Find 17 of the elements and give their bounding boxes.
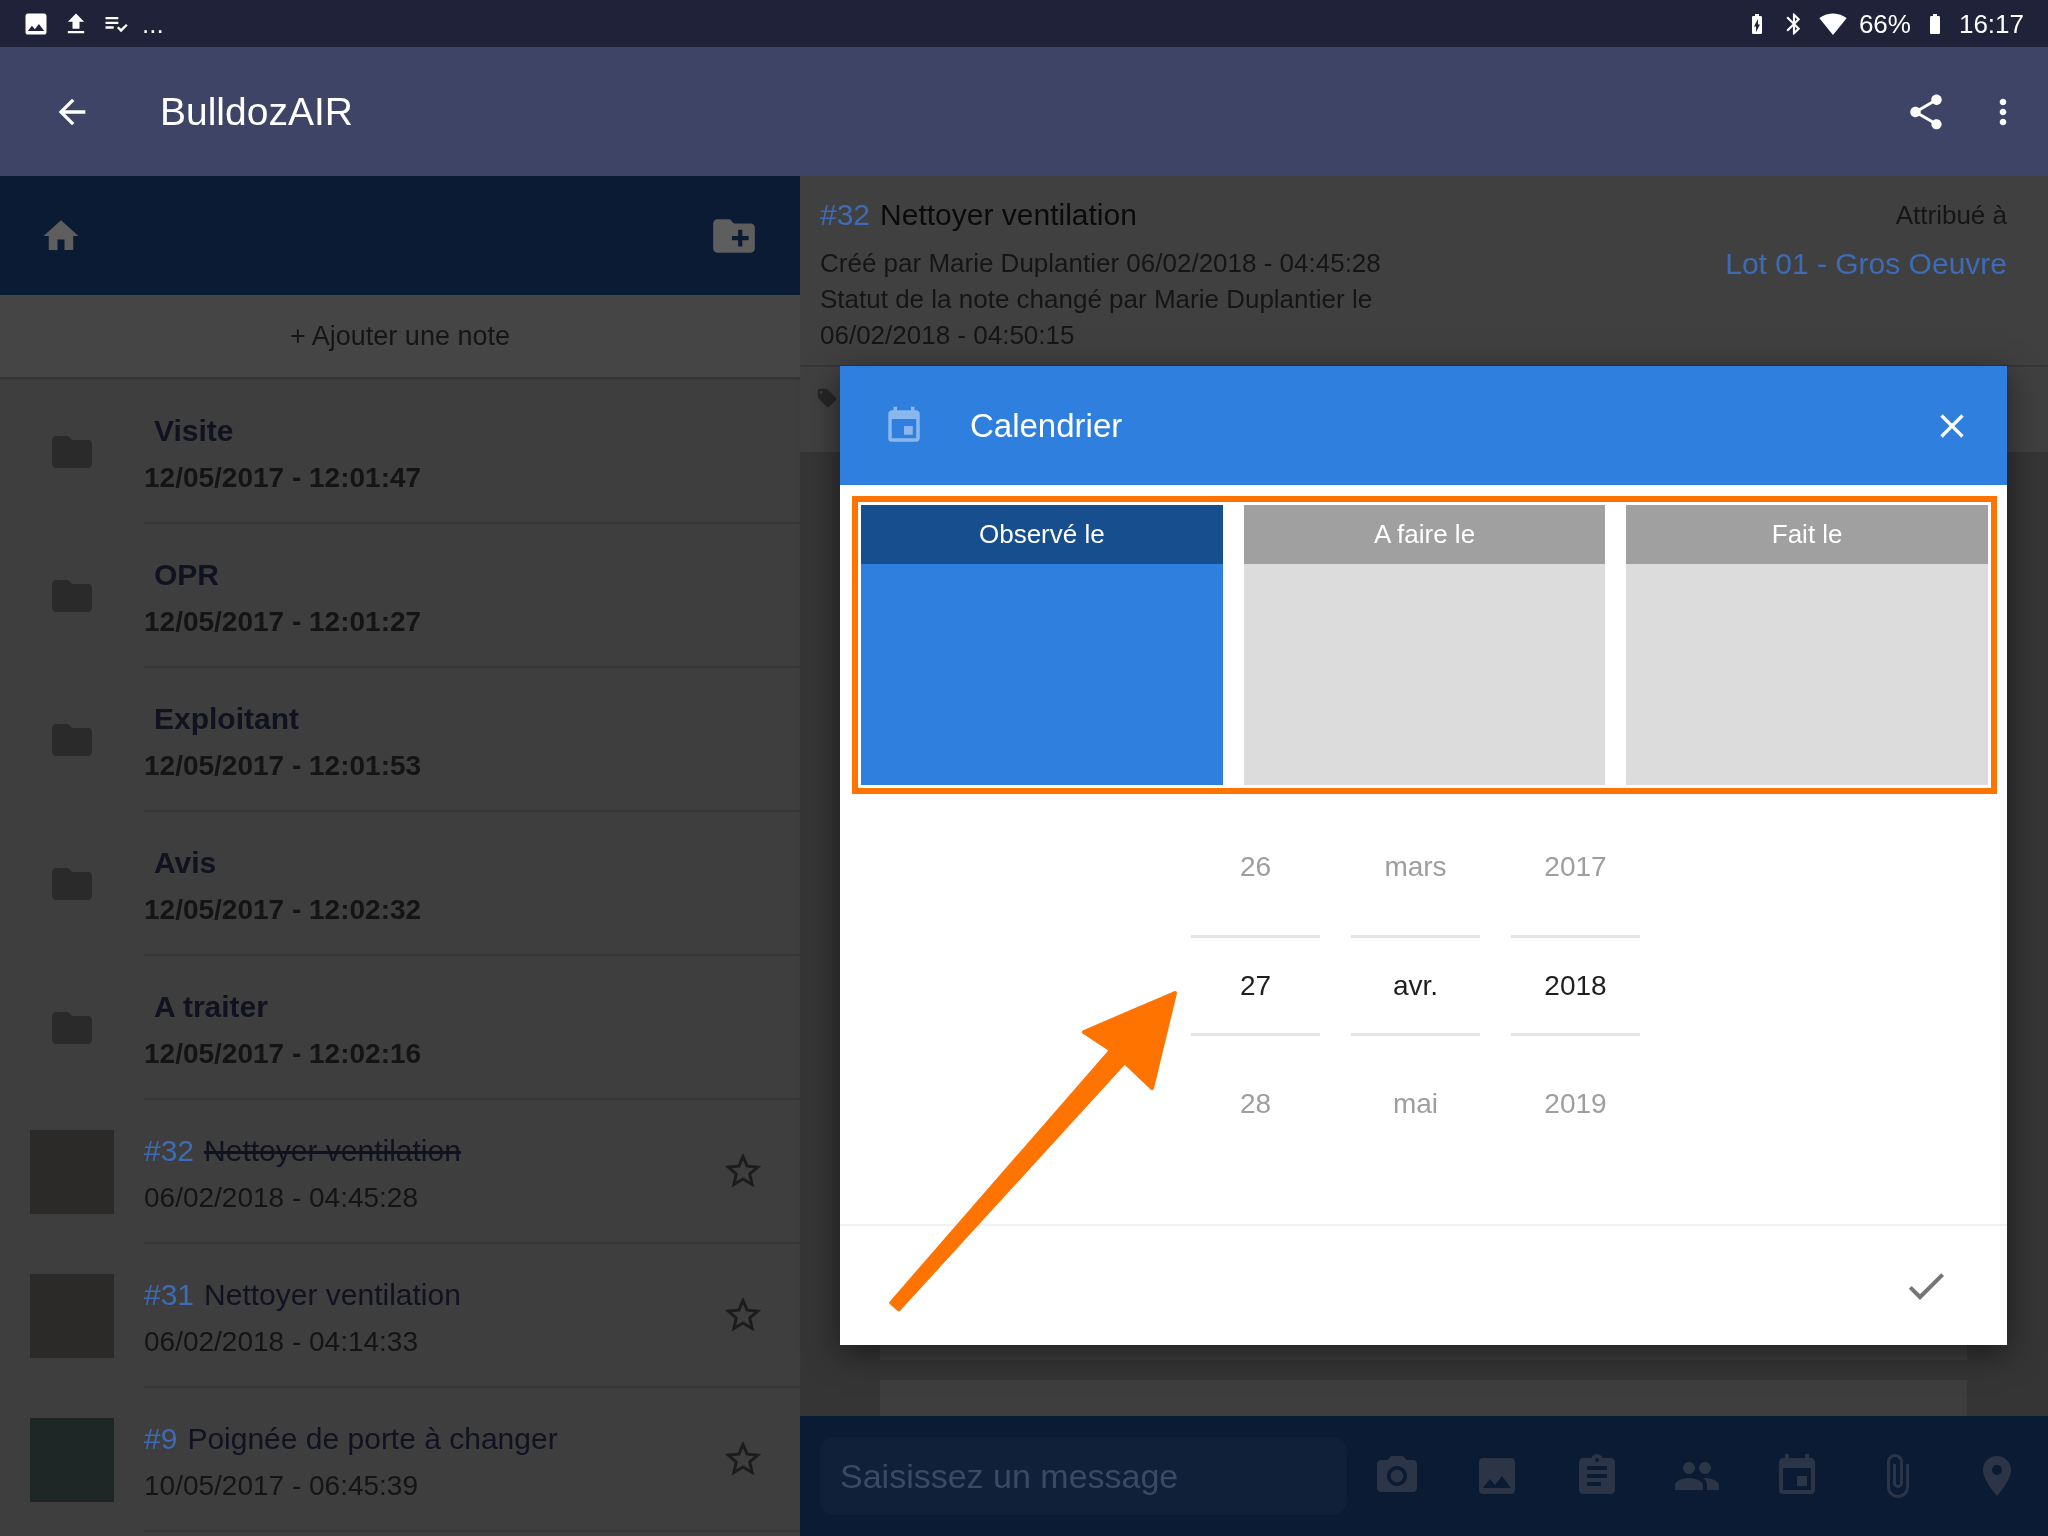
app-title: BulldozAIR (160, 88, 353, 135)
picker-value[interactable]: 2018 (1511, 935, 1640, 1036)
tag-icon[interactable] (816, 387, 838, 409)
note-number: #31 (144, 1277, 195, 1313)
picker-value[interactable]: avr. (1351, 935, 1480, 1036)
battery-percentage: 66% (1858, 8, 1911, 39)
more-notifications-text: ... (142, 8, 164, 39)
dialog-title: Calendrier (970, 405, 1123, 446)
picker-value[interactable]: 27 (1191, 935, 1320, 1036)
note-number: #9 (144, 1421, 178, 1457)
clock-time: 16:17 (1958, 8, 2024, 39)
note-number: #32 (144, 1133, 195, 1169)
date-tab[interactable]: A faire le (1243, 505, 1606, 785)
note-number: #32 (820, 197, 871, 233)
date-tab[interactable]: Observé le (861, 505, 1223, 785)
assignee-link[interactable]: Lot 01 - Gros Oeuvre (1725, 246, 2007, 282)
date-tab[interactable]: Fait le (1626, 505, 1988, 785)
